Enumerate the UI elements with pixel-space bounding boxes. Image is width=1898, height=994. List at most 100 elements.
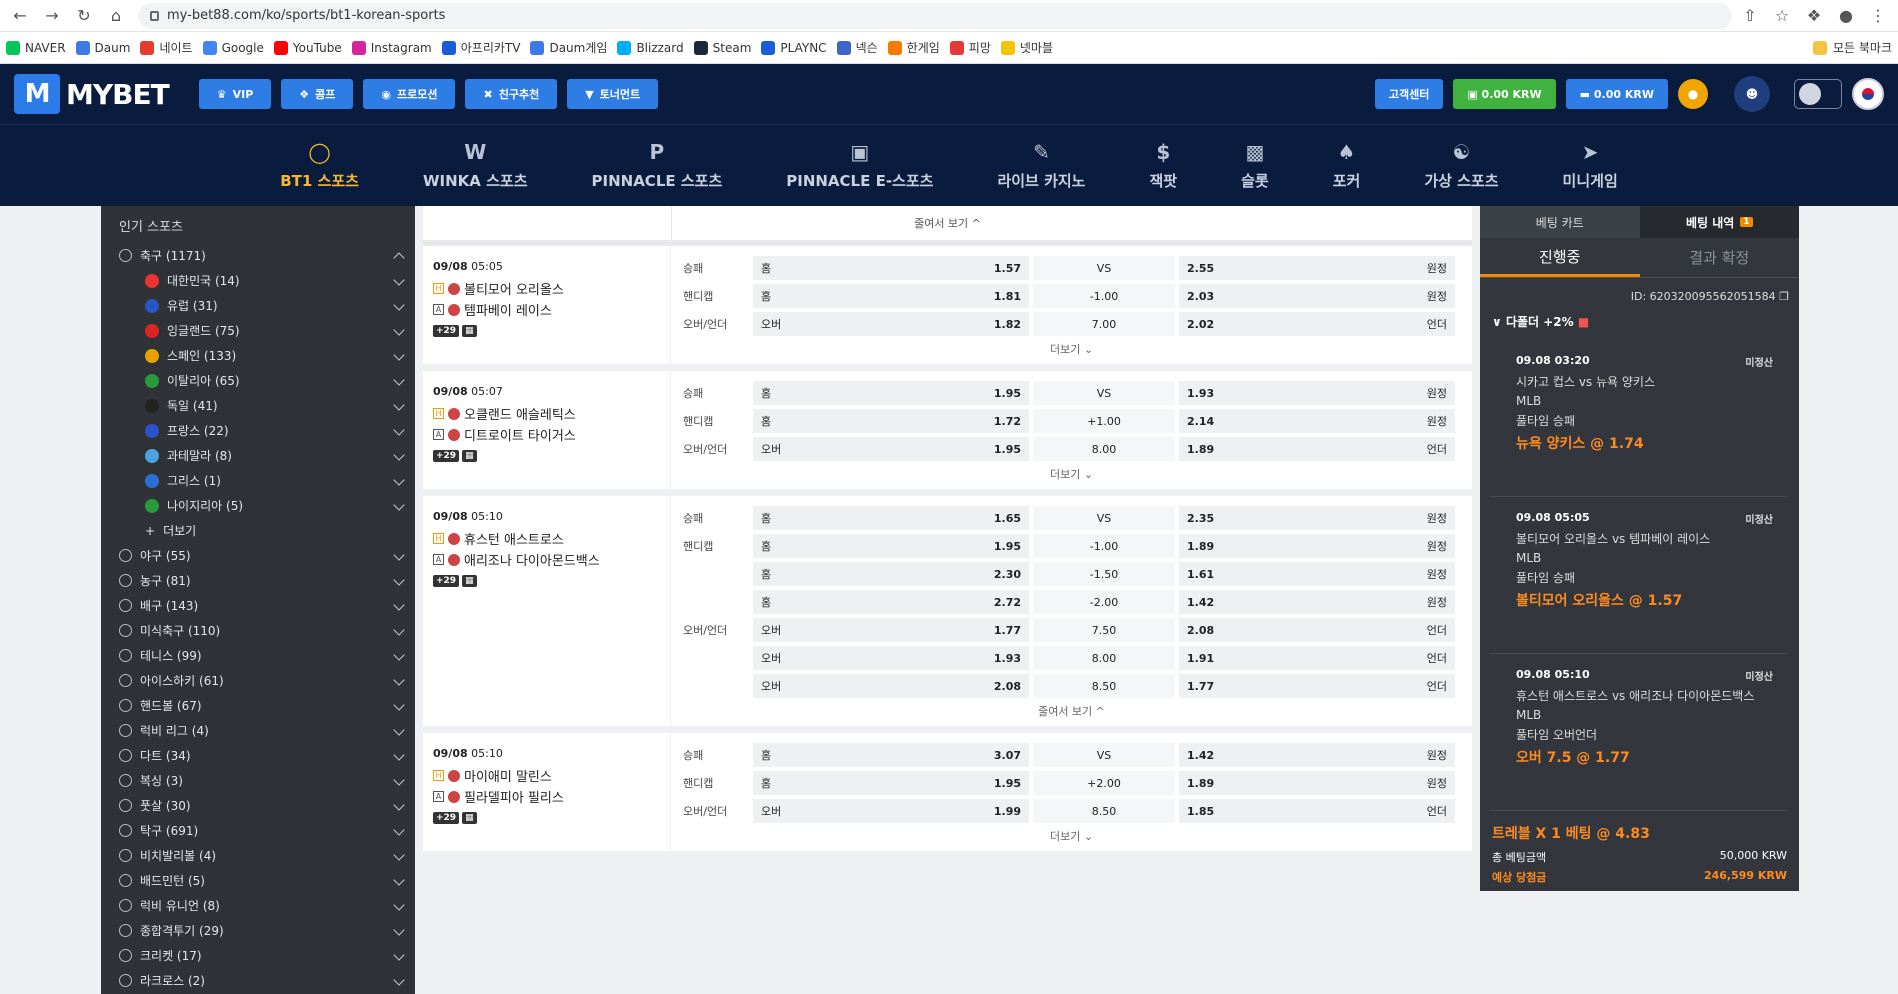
- odds-home-button[interactable]: 홈 1.72: [753, 409, 1029, 433]
- odds-away-button[interactable]: 1.89 원정: [1179, 771, 1455, 795]
- sidebar-subitem-2[interactable]: 잉글랜드 (75): [101, 318, 415, 343]
- copy-icon[interactable]: ❐: [1779, 290, 1789, 303]
- odds-away-button[interactable]: 1.42 원정: [1179, 590, 1455, 614]
- team-home[interactable]: H 휴스턴 애스트로스: [433, 529, 660, 548]
- odds-home-button[interactable]: 오버 1.93: [753, 646, 1029, 670]
- bookmark-7[interactable]: Daum게임: [530, 39, 607, 56]
- tournament-button[interactable]: ▼ 토너먼트: [567, 79, 659, 109]
- odds-home-button[interactable]: 오버 1.95: [753, 437, 1029, 461]
- team-home[interactable]: H 오클랜드 애슬레틱스: [433, 404, 660, 423]
- bookmark-8[interactable]: Blizzard: [617, 40, 684, 55]
- odds-away-button[interactable]: 2.03 원정: [1179, 284, 1455, 308]
- reload-icon[interactable]: ↻: [70, 2, 98, 30]
- tab-bet-cart[interactable]: 베팅 카트: [1480, 206, 1640, 238]
- collapse-toggle[interactable]: 줄여서 보기 ^: [423, 206, 1472, 246]
- nav-item-3[interactable]: ▣ PINNACLE E-스포츠: [754, 125, 965, 206]
- team-away[interactable]: A 템파베이 레이스: [433, 300, 660, 319]
- nav-item-1[interactable]: W WINKA 스포츠: [391, 125, 560, 206]
- customer-center-button[interactable]: 고객센터: [1374, 79, 1444, 109]
- more-toggle[interactable]: 더보기 ⌄: [679, 338, 1464, 364]
- sidebar-subitem-9[interactable]: 나이지리아 (5): [101, 493, 415, 518]
- odds-away-button[interactable]: 2.14 원정: [1179, 409, 1455, 433]
- sidebar-item-sport-16[interactable]: 크리켓 (17): [101, 943, 415, 968]
- odds-away-button[interactable]: 2.02 언더: [1179, 312, 1455, 336]
- more-markets-badge[interactable]: +29: [433, 325, 460, 337]
- odds-away-button[interactable]: 2.55 원정: [1179, 256, 1455, 280]
- sidebar-item-sport-11[interactable]: 탁구 (691): [101, 818, 415, 843]
- sidebar-item-sport-15[interactable]: 종합격투기 (29): [101, 918, 415, 943]
- odds-away-button[interactable]: 1.42 원정: [1179, 743, 1455, 767]
- bookmark-14[interactable]: 넷마블: [1000, 39, 1053, 56]
- more-toggle[interactable]: 더보기 ⌄: [679, 825, 1464, 851]
- sidebar-item-sport-8[interactable]: 다트 (34): [101, 743, 415, 768]
- sidebar-subitem-3[interactable]: 스페인 (133): [101, 343, 415, 368]
- korea-flag-icon[interactable]: [1852, 78, 1884, 110]
- all-bookmarks[interactable]: 모든 북마크: [1807, 39, 1892, 56]
- odds-home-button[interactable]: 홈 1.95: [753, 534, 1029, 558]
- sidebar-subitem-8[interactable]: 그리스 (1): [101, 468, 415, 493]
- odds-home-button[interactable]: 오버 1.82: [753, 312, 1029, 336]
- odds-away-button[interactable]: 1.77 언더: [1179, 674, 1455, 698]
- odds-home-button[interactable]: 오버 2.08: [753, 674, 1029, 698]
- bookmark-6[interactable]: 아프리카TV: [441, 39, 520, 56]
- sidebar-subitem-7[interactable]: 과테말라 (8): [101, 443, 415, 468]
- team-away[interactable]: A 디트로이트 타이거스: [433, 425, 660, 444]
- nav-item-7[interactable]: ♠ 포커: [1301, 125, 1393, 206]
- nav-item-4[interactable]: ✎ 라이브 카지노: [965, 125, 1117, 206]
- tab-bet-history[interactable]: 베팅 내역 1: [1639, 206, 1799, 238]
- bookmark-1[interactable]: Daum: [75, 40, 130, 55]
- team-away[interactable]: A 애리조나 다이아몬드백스: [433, 550, 660, 569]
- odds-home-button[interactable]: 홈 1.81: [753, 284, 1029, 308]
- bookmark-4[interactable]: YouTube: [273, 40, 342, 55]
- tab-in-progress[interactable]: 진행중: [1480, 238, 1640, 277]
- sidebar-item-sport-3[interactable]: 미식축구 (110): [101, 618, 415, 643]
- bookmark-3[interactable]: Google: [202, 40, 264, 55]
- nav-item-5[interactable]: $ 잭팟: [1117, 125, 1209, 206]
- odds-home-button[interactable]: 홈 1.95: [753, 771, 1029, 795]
- sidebar-item-sport-7[interactable]: 럭비 리그 (4): [101, 718, 415, 743]
- odds-home-button[interactable]: 홈 2.30: [753, 562, 1029, 586]
- sidebar-item-sport-17[interactable]: 라크로스 (2): [101, 968, 415, 993]
- more-markets-badge[interactable]: +29: [433, 812, 460, 824]
- sidebar-item-sport-10[interactable]: 풋살 (30): [101, 793, 415, 818]
- bookmark-2[interactable]: 네이트: [140, 39, 193, 56]
- odds-home-button[interactable]: 홈 2.72: [753, 590, 1029, 614]
- balance-cash-button[interactable]: ▣ 0.00 KRW: [1453, 79, 1556, 109]
- sidebar-item-sport-2[interactable]: 배구 (143): [101, 593, 415, 618]
- extensions-icon[interactable]: ❖: [1800, 2, 1828, 30]
- team-home[interactable]: H 볼티모어 오리올스: [433, 279, 660, 298]
- vip-button[interactable]: ♛ VIP: [198, 79, 272, 109]
- bookmark-5[interactable]: Instagram: [351, 40, 432, 55]
- sidebar-item-sport-5[interactable]: 아이스하키 (61): [101, 668, 415, 693]
- dark-mode-toggle[interactable]: [1794, 79, 1842, 109]
- sidebar-item-soccer[interactable]: 축구 (1171): [101, 243, 415, 268]
- team-away[interactable]: A 필라델피아 필리스: [433, 787, 660, 806]
- more-markets-badge[interactable]: +29: [433, 450, 460, 462]
- nav-item-8[interactable]: ☯ 가상 스포츠: [1392, 125, 1530, 206]
- bookmark-13[interactable]: 피망: [949, 39, 991, 56]
- referral-button[interactable]: ✖ 친구추천: [465, 79, 558, 109]
- sidebar-item-sport-4[interactable]: 테니스 (99): [101, 643, 415, 668]
- bookmark-10[interactable]: PLAYNC: [761, 40, 827, 55]
- home-icon[interactable]: ⌂: [102, 2, 130, 30]
- bookmark-11[interactable]: 넥슨: [836, 39, 878, 56]
- multi-fold-header[interactable]: ∨ 다폴더 +2% ■: [1480, 309, 1799, 334]
- more-toggle[interactable]: 줄여서 보기 ^: [679, 700, 1464, 726]
- bell-icon[interactable]: ●: [1678, 79, 1708, 109]
- tab-settled[interactable]: 결과 확정: [1640, 238, 1800, 277]
- stats-icon[interactable]: ▦: [462, 575, 477, 587]
- bookmark-12[interactable]: 한게임: [887, 39, 940, 56]
- profile-icon[interactable]: ●: [1832, 2, 1860, 30]
- site-logo[interactable]: M MYBET: [14, 74, 170, 114]
- more-markets-badge[interactable]: +29: [433, 575, 460, 587]
- odds-away-button[interactable]: 1.91 언더: [1179, 646, 1455, 670]
- sidebar-subitem-0[interactable]: 대한민국 (14): [101, 268, 415, 293]
- back-icon[interactable]: ←: [6, 2, 34, 30]
- odds-away-button[interactable]: 2.08 언더: [1179, 618, 1455, 642]
- odds-away-button[interactable]: 1.89 원정: [1179, 534, 1455, 558]
- odds-home-button[interactable]: 오버 1.99: [753, 799, 1029, 823]
- sidebar-item-sport-0[interactable]: 야구 (55): [101, 543, 415, 568]
- sidebar-more[interactable]: + 더보기: [101, 518, 415, 543]
- odds-home-button[interactable]: 홈 1.65: [753, 506, 1029, 530]
- odds-home-button[interactable]: 오버 1.77: [753, 618, 1029, 642]
